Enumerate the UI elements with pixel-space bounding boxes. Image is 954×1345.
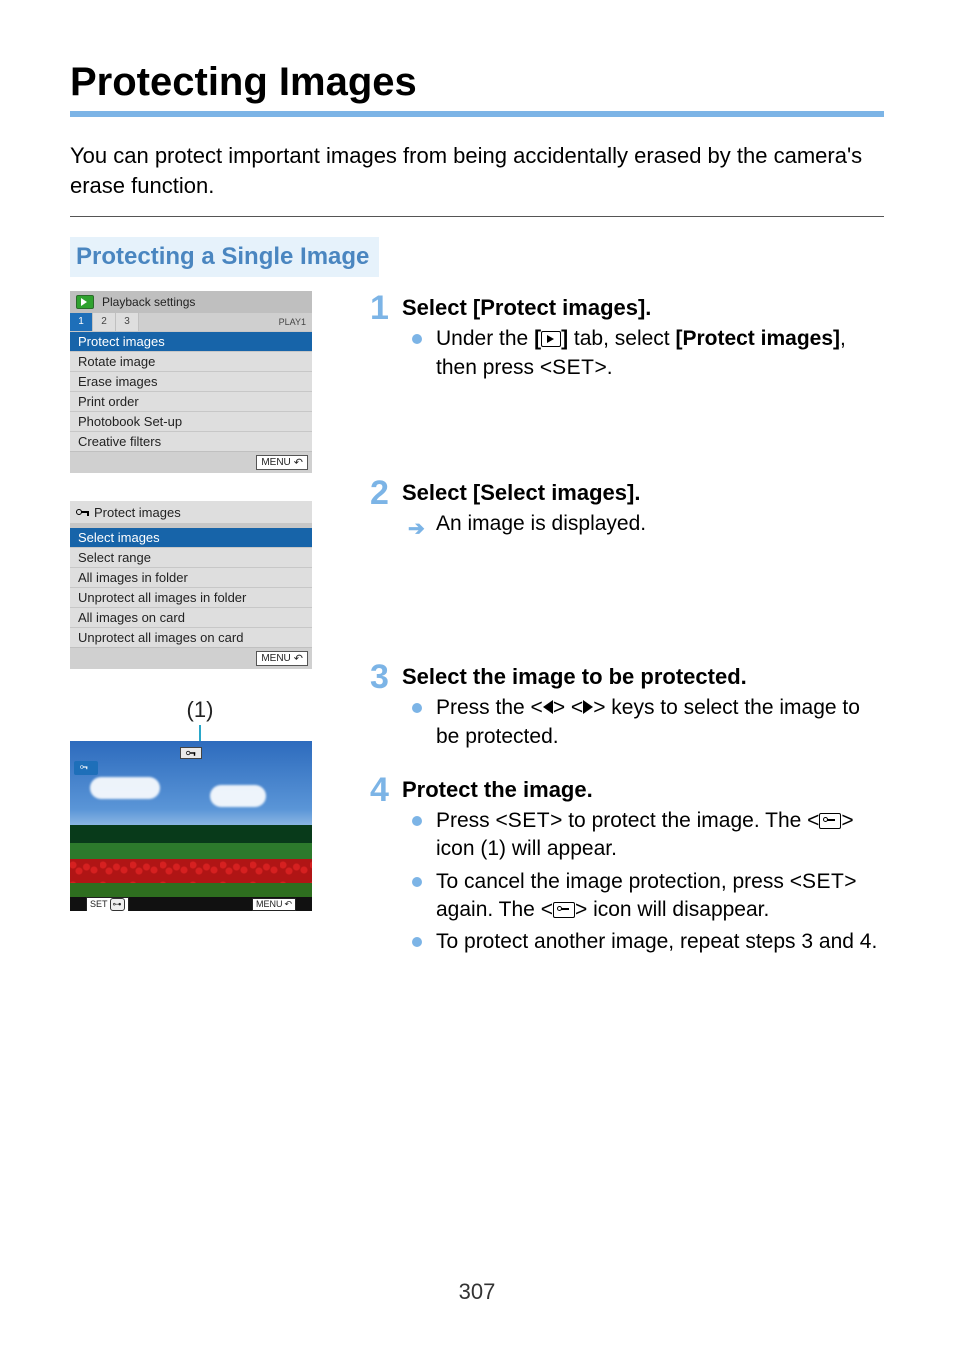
- camera-menu-tab-1[interactable]: 1: [70, 313, 93, 331]
- protect-item-select-images[interactable]: Select images: [70, 527, 312, 547]
- set-on-icon: ⊶: [110, 898, 125, 911]
- protect-key-icon: [819, 813, 841, 829]
- intro-text: You can protect important images from be…: [70, 141, 884, 200]
- camera-menu-playback: Playback settings 1 2 3 PLAY1 Protect im…: [70, 291, 312, 473]
- step-bullet: Press the <> <> keys to select the image…: [402, 694, 884, 751]
- camera-menu-back-button[interactable]: MENU ↶: [256, 455, 308, 470]
- bt: tab, select: [568, 327, 675, 350]
- protect-item-all-card[interactable]: All images on card: [70, 607, 312, 627]
- undo-icon: ↶: [294, 456, 303, 469]
- play-icon: [76, 295, 94, 309]
- bullet-icon: [412, 877, 422, 887]
- left-arrow-icon: [543, 700, 553, 714]
- bullet-icon: [412, 703, 422, 713]
- step-2: 2 Select [Select images]. ➔ An image is …: [370, 476, 884, 542]
- camera-menu-tab-3[interactable]: 3: [116, 313, 139, 331]
- key-icon: [76, 507, 90, 517]
- camera-menu-item-protect[interactable]: Protect images: [70, 331, 312, 351]
- camera-menu-protect-header: Protect images: [70, 501, 312, 527]
- right-arrow-icon: [583, 700, 593, 714]
- camera-menu-tabs: 1 2 3 PLAY1: [70, 313, 312, 331]
- bt: > to protect the image. The <: [550, 809, 819, 832]
- step-3: 3 Select the image to be protected. Pres…: [370, 660, 884, 755]
- photo-set-button[interactable]: SET ⊶: [86, 897, 129, 912]
- camera-menu-item-photobook[interactable]: Photobook Set-up: [70, 411, 312, 431]
- bullet-icon: [412, 334, 422, 344]
- camera-menu-item-rotate[interactable]: Rotate image: [70, 351, 312, 371]
- section-heading: Protecting a Single Image: [70, 237, 379, 277]
- page-title: Protecting Images: [70, 60, 884, 105]
- protect-key-icon: [553, 902, 575, 918]
- bt: To protect another image, repeat steps 3…: [436, 930, 877, 953]
- bt: Press the <: [436, 696, 543, 719]
- photo-bottom-bar: SET ⊶ MENU ↶: [70, 897, 312, 911]
- protect-item-unprotect-folder[interactable]: Unprotect all images in folder: [70, 587, 312, 607]
- menu-label: MENU: [261, 653, 290, 664]
- photo-menu-button[interactable]: MENU ↶: [252, 898, 296, 911]
- key-icon: [80, 765, 88, 771]
- divider: [70, 216, 884, 217]
- step-1: 1 Select [Protect images]. Under the [] …: [370, 291, 884, 386]
- menu-label: MENU: [261, 457, 290, 468]
- camera-menu-back-button[interactable]: MENU ↶: [256, 651, 308, 666]
- camera-menu-header: Playback settings: [70, 291, 312, 313]
- page-number: 307: [0, 1279, 954, 1305]
- bt: To cancel the image protection, press <: [436, 870, 802, 893]
- bt: > <: [553, 696, 583, 719]
- step-number: 2: [370, 476, 396, 510]
- step-number: 3: [370, 660, 396, 694]
- camera-menu-protect: Protect images Select images Select rang…: [70, 501, 312, 669]
- title-rule: [70, 111, 884, 117]
- protect-item-select-range[interactable]: Select range: [70, 547, 312, 567]
- bullet-icon: [412, 816, 422, 826]
- step-title: Select [Select images].: [402, 480, 884, 506]
- set-icon: SET: [552, 356, 594, 379]
- camera-menu-header-label: Playback settings: [102, 295, 195, 309]
- step-title: Select [Protect images].: [402, 295, 884, 321]
- protect-item-unprotect-card[interactable]: Unprotect all images on card: [70, 627, 312, 647]
- photo-callout-block: (1): [70, 697, 330, 911]
- key-icon: [186, 750, 196, 757]
- bt: [Protect images]: [675, 327, 840, 350]
- protect-corner-badge: [74, 761, 98, 775]
- protect-badge: [180, 747, 202, 759]
- set-icon: SET: [802, 870, 844, 893]
- undo-icon: ↶: [294, 652, 303, 665]
- sample-photo: SET ⊶ MENU ↶: [70, 741, 312, 911]
- step-bullet: ➔ An image is displayed.: [402, 510, 884, 538]
- camera-menu-protect-header-label: Protect images: [94, 505, 181, 520]
- callout-line: [199, 725, 201, 741]
- step-title: Protect the image.: [402, 777, 884, 803]
- step-number: 4: [370, 773, 396, 807]
- bt: Under the: [436, 327, 534, 350]
- step-bullet: To protect another image, repeat steps 3…: [402, 928, 884, 956]
- step-4: 4 Protect the image. Press <SET> to prot…: [370, 773, 884, 961]
- protect-item-all-folder[interactable]: All images in folder: [70, 567, 312, 587]
- bullet-icon: [412, 937, 422, 947]
- menu-label: MENU: [256, 899, 283, 909]
- step-bullet: To cancel the image protection, press <S…: [402, 868, 884, 925]
- step-bullet: Under the [] tab, select [Protect images…: [402, 325, 884, 382]
- camera-menu-item-creative-filters[interactable]: Creative filters: [70, 431, 312, 451]
- bt: Press <: [436, 809, 508, 832]
- bt: >.: [595, 356, 613, 379]
- bt: An image is displayed.: [436, 512, 646, 535]
- play-tab-icon: [541, 331, 561, 347]
- bt: > icon will disappear.: [575, 898, 769, 921]
- step-bullet: Press <SET> to protect the image. The <>…: [402, 807, 884, 864]
- set-icon: SET: [508, 809, 550, 832]
- undo-icon: ↶: [284, 899, 292, 910]
- set-label: SET: [90, 899, 108, 909]
- camera-menu-tab-right-label: PLAY1: [279, 313, 306, 331]
- camera-menu-item-print-order[interactable]: Print order: [70, 391, 312, 411]
- arrow-icon: ➔: [408, 516, 425, 543]
- camera-menu-tab-2[interactable]: 2: [93, 313, 116, 331]
- step-number: 1: [370, 291, 396, 325]
- camera-menu-item-erase[interactable]: Erase images: [70, 371, 312, 391]
- callout-label: (1): [70, 697, 330, 723]
- step-title: Select the image to be protected.: [402, 664, 884, 690]
